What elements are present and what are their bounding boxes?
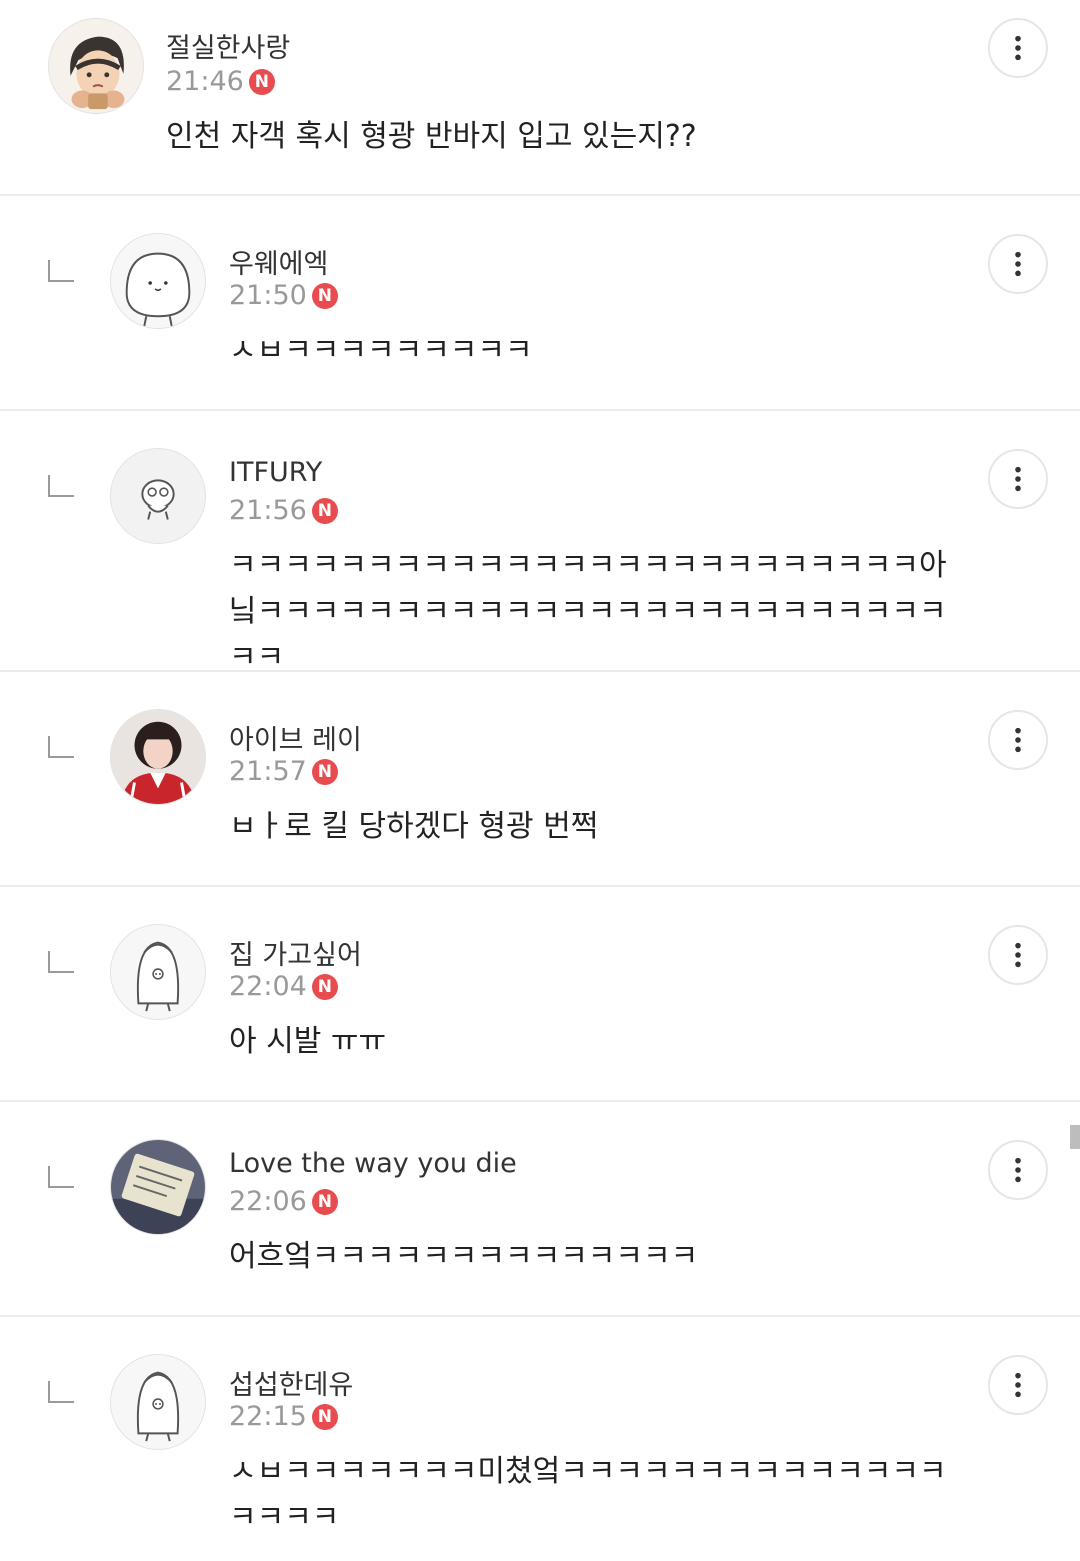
comment-text: 어흐엌ㅋㅋㅋㅋㅋㅋㅋㅋㅋㅋㅋㅋㅋㅋ	[229, 1239, 699, 1274]
more-vertical-icon	[1015, 727, 1021, 753]
round-blob-character-avatar-icon	[111, 234, 205, 328]
reply-arrow-icon	[48, 951, 74, 973]
avatar[interactable]	[110, 1354, 206, 1450]
avatar[interactable]	[110, 1139, 206, 1235]
reply-arrow-icon	[48, 260, 74, 282]
more-options-button[interactable]	[988, 925, 1048, 985]
reply-arrow-icon	[48, 475, 74, 497]
more-vertical-icon	[1015, 251, 1021, 277]
comment-time: 21:56	[229, 495, 307, 526]
avatar[interactable]	[110, 924, 206, 1020]
reply-arrow-icon	[48, 736, 74, 758]
comment-text: 인천 자객 혹시 형광 반바지 입고 있는지??	[166, 119, 697, 154]
new-badge: N	[311, 1188, 338, 1215]
more-vertical-icon	[1015, 1372, 1021, 1398]
photo-portrait-avatar-icon	[111, 710, 205, 804]
reply-item: 우웨에엑 21:50 N ㅅㅂㅋㅋㅋㅋㅋㅋㅋㅋㅋ	[0, 196, 1080, 411]
more-options-button[interactable]	[988, 18, 1048, 78]
more-options-button[interactable]	[988, 710, 1048, 770]
avatar[interactable]	[48, 18, 144, 114]
comment-text: ㅅㅂㅋㅋㅋㅋㅋㅋㅋㅋㅋ	[229, 333, 533, 368]
more-options-button[interactable]	[988, 1355, 1048, 1415]
new-badge: N	[311, 1403, 338, 1430]
new-badge: N	[311, 758, 338, 785]
avatar[interactable]	[110, 448, 206, 544]
comment-meta: 21:56 N	[229, 495, 338, 526]
comment-text: 아 시발 ㅠㅠ	[229, 1024, 387, 1059]
more-vertical-icon	[1015, 466, 1021, 492]
comment-author[interactable]: 집 가고싶어	[229, 933, 362, 972]
penguin-character-avatar-icon	[111, 1355, 205, 1449]
comment-time: 22:04	[229, 971, 307, 1002]
new-badge: N	[311, 497, 338, 524]
scrollbar-thumb[interactable]	[1070, 1125, 1080, 1149]
more-vertical-icon	[1015, 942, 1021, 968]
more-vertical-icon	[1015, 1157, 1021, 1183]
reply-arrow-icon	[48, 1166, 74, 1188]
comment-meta: 21:57 N	[229, 756, 338, 787]
comment-meta: 21:50 N	[229, 280, 338, 311]
more-options-button[interactable]	[988, 1140, 1048, 1200]
reply-item: 집 가고싶어 22:04 N 아 시발 ㅠㅠ	[0, 887, 1080, 1102]
small-character-avatar-icon	[111, 449, 205, 543]
penguin-character-avatar-icon	[111, 925, 205, 1019]
reply-arrow-icon	[48, 1381, 74, 1403]
reply-item: 아이브 레이 21:57 N ㅂㅏ로 킬 당하겠다 형광 번쩍	[0, 672, 1080, 887]
comment-meta: 22:06 N	[229, 1186, 338, 1217]
more-vertical-icon	[1015, 35, 1021, 61]
comment-time: 21:46	[166, 66, 244, 97]
new-badge: N	[311, 282, 338, 309]
comment-author[interactable]: 우웨에엑	[229, 242, 328, 281]
new-badge: N	[311, 973, 338, 1000]
comment-text: ㅅㅂㅋㅋㅋㅋㅋㅋㅋ미쳤엌ㅋㅋㅋㅋㅋㅋㅋㅋㅋㅋㅋㅋㅋㅋㅋㅋㅋㅋ	[229, 1454, 947, 1535]
comment-author[interactable]: Love the way you die	[229, 1148, 517, 1179]
comment-author[interactable]: 섭섭한데유	[229, 1363, 353, 1402]
comment-time: 22:15	[229, 1401, 307, 1432]
reply-item: ITFURY 21:56 N ㅋㅋㅋㅋㅋㅋㅋㅋㅋㅋㅋㅋㅋㅋㅋㅋㅋㅋㅋㅋㅋㅋㅋㅋㅋ…	[0, 411, 1080, 675]
more-options-button[interactable]	[988, 234, 1048, 294]
comment-author[interactable]: ITFURY	[229, 457, 322, 488]
cartoon-face-avatar-icon	[49, 19, 143, 113]
avatar[interactable]	[110, 233, 206, 329]
more-options-button[interactable]	[988, 449, 1048, 509]
note-photo-avatar-icon	[111, 1140, 205, 1234]
comment-author[interactable]: 아이브 레이	[229, 718, 362, 757]
reply-item: 섭섭한데유 22:15 N ㅅㅂㅋㅋㅋㅋㅋㅋㅋ미쳤엌ㅋㅋㅋㅋㅋㅋㅋㅋㅋㅋㅋㅋㅋㅋ…	[0, 1317, 1080, 1561]
comment-item: 절실한사랑 21:46 N 인천 자객 혹시 형광 반바지 입고 있는지??	[0, 0, 1080, 196]
comment-text: ㅋㅋㅋㅋㅋㅋㅋㅋㅋㅋㅋㅋㅋㅋㅋㅋㅋㅋㅋㅋㅋㅋㅋㅋㅋ아닠ㅋㅋㅋㅋㅋㅋㅋㅋㅋㅋㅋㅋㅋ…	[229, 548, 947, 675]
comment-time: 21:50	[229, 280, 307, 311]
comment-meta: 21:46 N	[166, 66, 275, 97]
comment-meta: 22:15 N	[229, 1401, 338, 1432]
avatar[interactable]	[110, 709, 206, 805]
comment-meta: 22:04 N	[229, 971, 338, 1002]
comment-author[interactable]: 절실한사랑	[166, 26, 290, 65]
reply-item: Love the way you die 22:06 N 어흐엌ㅋㅋㅋㅋㅋㅋㅋㅋ…	[0, 1102, 1080, 1317]
new-badge: N	[248, 68, 275, 95]
comment-text: ㅂㅏ로 킬 당하겠다 형광 번쩍	[229, 809, 599, 844]
comment-time: 21:57	[229, 756, 307, 787]
comment-time: 22:06	[229, 1186, 307, 1217]
